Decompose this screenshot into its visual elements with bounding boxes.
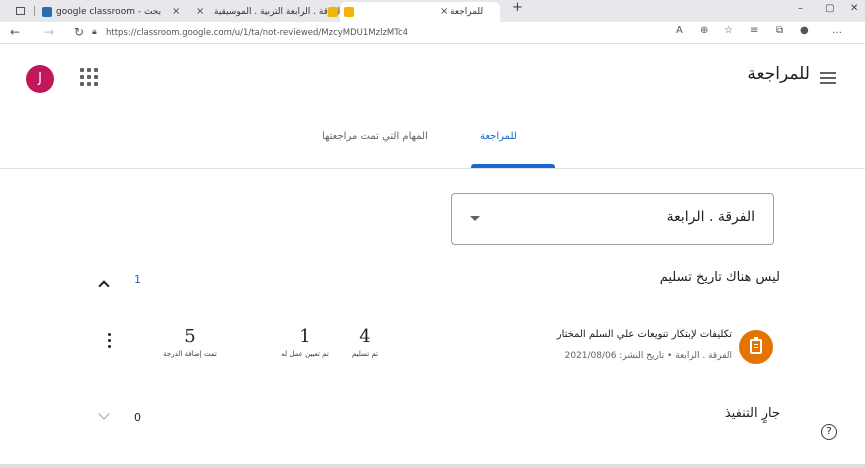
tab-title: الفرقة . الرابعة التربية . الموسيقية	[214, 7, 340, 17]
assignment-icon	[739, 330, 773, 364]
bing-icon	[42, 7, 52, 17]
zoom-icon[interactable]: ⊕	[700, 25, 708, 36]
section-title-no-due-date: ليس هناك تاريخ تسليم	[659, 270, 780, 285]
url-field[interactable]: https://classroom.google.com/u/1/ta/not-…	[106, 25, 666, 41]
apps-grid-icon[interactable]	[80, 68, 98, 86]
class-select[interactable]: الفرقة . الرابعة	[451, 193, 774, 245]
tab-to-review[interactable]: للمراجعة	[480, 131, 517, 142]
stat-number: 1	[299, 326, 311, 347]
browser-tab-active[interactable]: للمراجعة ×	[340, 2, 500, 22]
browser-tab-search[interactable]: google classroom - بحث ×	[38, 2, 188, 22]
classroom-icon	[328, 7, 338, 17]
assignment-title[interactable]: تكليفات لإبتكار تنويعات علي السلم المختا…	[557, 329, 732, 340]
stat-number: 5	[184, 326, 196, 347]
page-title: للمراجعة	[747, 64, 810, 84]
close-tab-icon[interactable]: ×	[440, 2, 448, 22]
bottom-bar	[0, 464, 865, 468]
tab-reviewed[interactable]: المهام التي تمت مراجعتها	[322, 131, 428, 142]
section-count: 1	[134, 273, 141, 286]
stat-assigned[interactable]: 1 تم تعيين عمل له	[265, 326, 345, 358]
close-tab-icon[interactable]: ×	[172, 2, 180, 22]
stat-label: تمت إضافة الدرجة	[163, 350, 217, 358]
back-arrow-icon[interactable]: ←	[10, 25, 20, 39]
read-aloud-icon[interactable]: A	[676, 25, 683, 36]
chevron-down-icon[interactable]	[98, 408, 110, 420]
forward-arrow-icon[interactable]: →	[44, 25, 54, 39]
tab-actions-icon[interactable]	[14, 2, 28, 22]
refresh-icon[interactable]: ↻	[74, 25, 84, 39]
tab-divider	[0, 168, 865, 169]
collections-icon[interactable]: ⧉	[776, 25, 783, 36]
classroom-icon	[344, 7, 354, 17]
favorites-list-icon[interactable]: ≡	[750, 25, 758, 36]
lock-icon: 🔒︎	[92, 27, 97, 37]
favorite-icon[interactable]: ☆	[724, 25, 733, 36]
settings-more-icon[interactable]: …	[832, 25, 842, 36]
tab-title: google classroom - بحث	[56, 7, 162, 17]
close-window-button[interactable]: ✕	[850, 3, 858, 14]
new-tab-button[interactable]: +	[512, 0, 523, 15]
stat-graded[interactable]: 5 تمت إضافة الدرجة	[150, 326, 230, 358]
section-count: 0	[134, 411, 141, 424]
browser-tab-bar: google classroom - بحث × × الفرقة . الرا…	[0, 0, 865, 22]
help-icon[interactable]: ?	[821, 424, 837, 440]
menu-icon[interactable]	[820, 72, 836, 84]
chevron-up-icon[interactable]	[98, 280, 110, 292]
assignment-subtitle: الفرقة . الرابعة • تاريخ النشر: 2021/08/…	[564, 351, 732, 361]
class-select-value: الفرقة . الرابعة	[666, 209, 755, 225]
maximize-button[interactable]: ▢	[825, 3, 834, 14]
dropdown-arrow-icon	[470, 216, 480, 221]
section-title-in-progress: جارٍ التنفيذ	[724, 406, 780, 421]
close-tab-icon[interactable]: ×	[196, 2, 204, 22]
address-bar-row: ← → ↻ 🔒︎ https://classroom.google.com/u/…	[0, 22, 865, 44]
avatar[interactable]: J	[26, 65, 54, 93]
tab-title: للمراجعة	[450, 7, 484, 17]
profile-icon[interactable]: ●	[800, 25, 809, 36]
more-vert-icon[interactable]	[108, 333, 112, 351]
tab-separator	[34, 6, 35, 16]
minimize-button[interactable]: –	[798, 3, 803, 14]
stat-label: تم تعيين عمل له	[281, 350, 329, 358]
browser-tab-class[interactable]: × الفرقة . الرابعة التربية . الموسيقية	[192, 2, 340, 22]
